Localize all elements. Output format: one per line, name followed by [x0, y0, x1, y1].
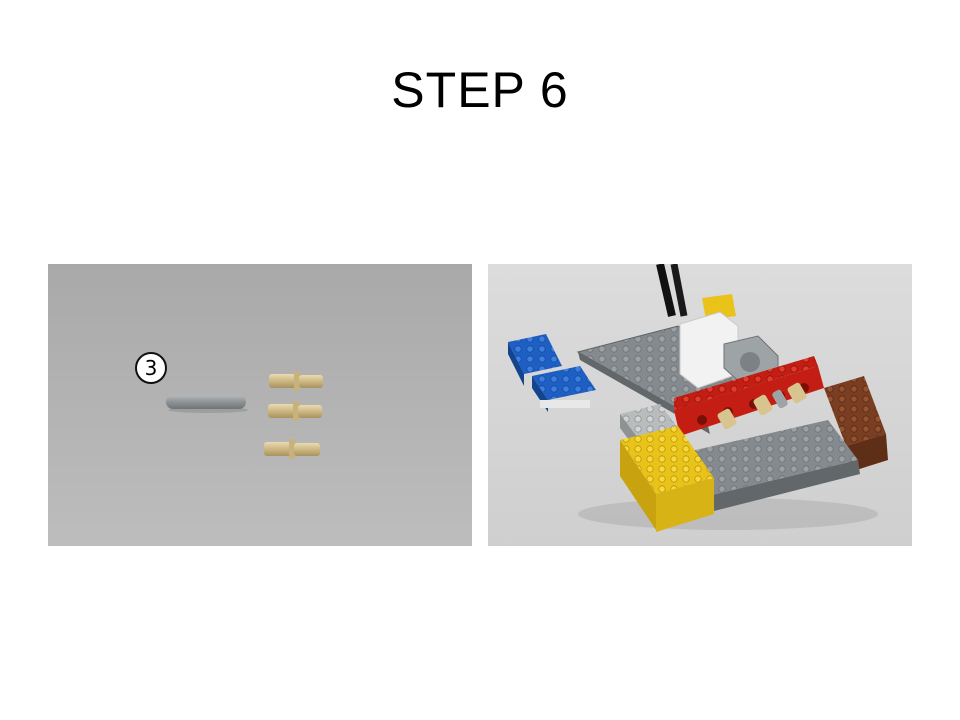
quantity-badge: 3 [135, 352, 167, 384]
parts-photo [48, 264, 472, 546]
axle-part [166, 395, 248, 413]
model-photo [488, 264, 912, 546]
slide-title: STEP 6 [391, 62, 569, 118]
